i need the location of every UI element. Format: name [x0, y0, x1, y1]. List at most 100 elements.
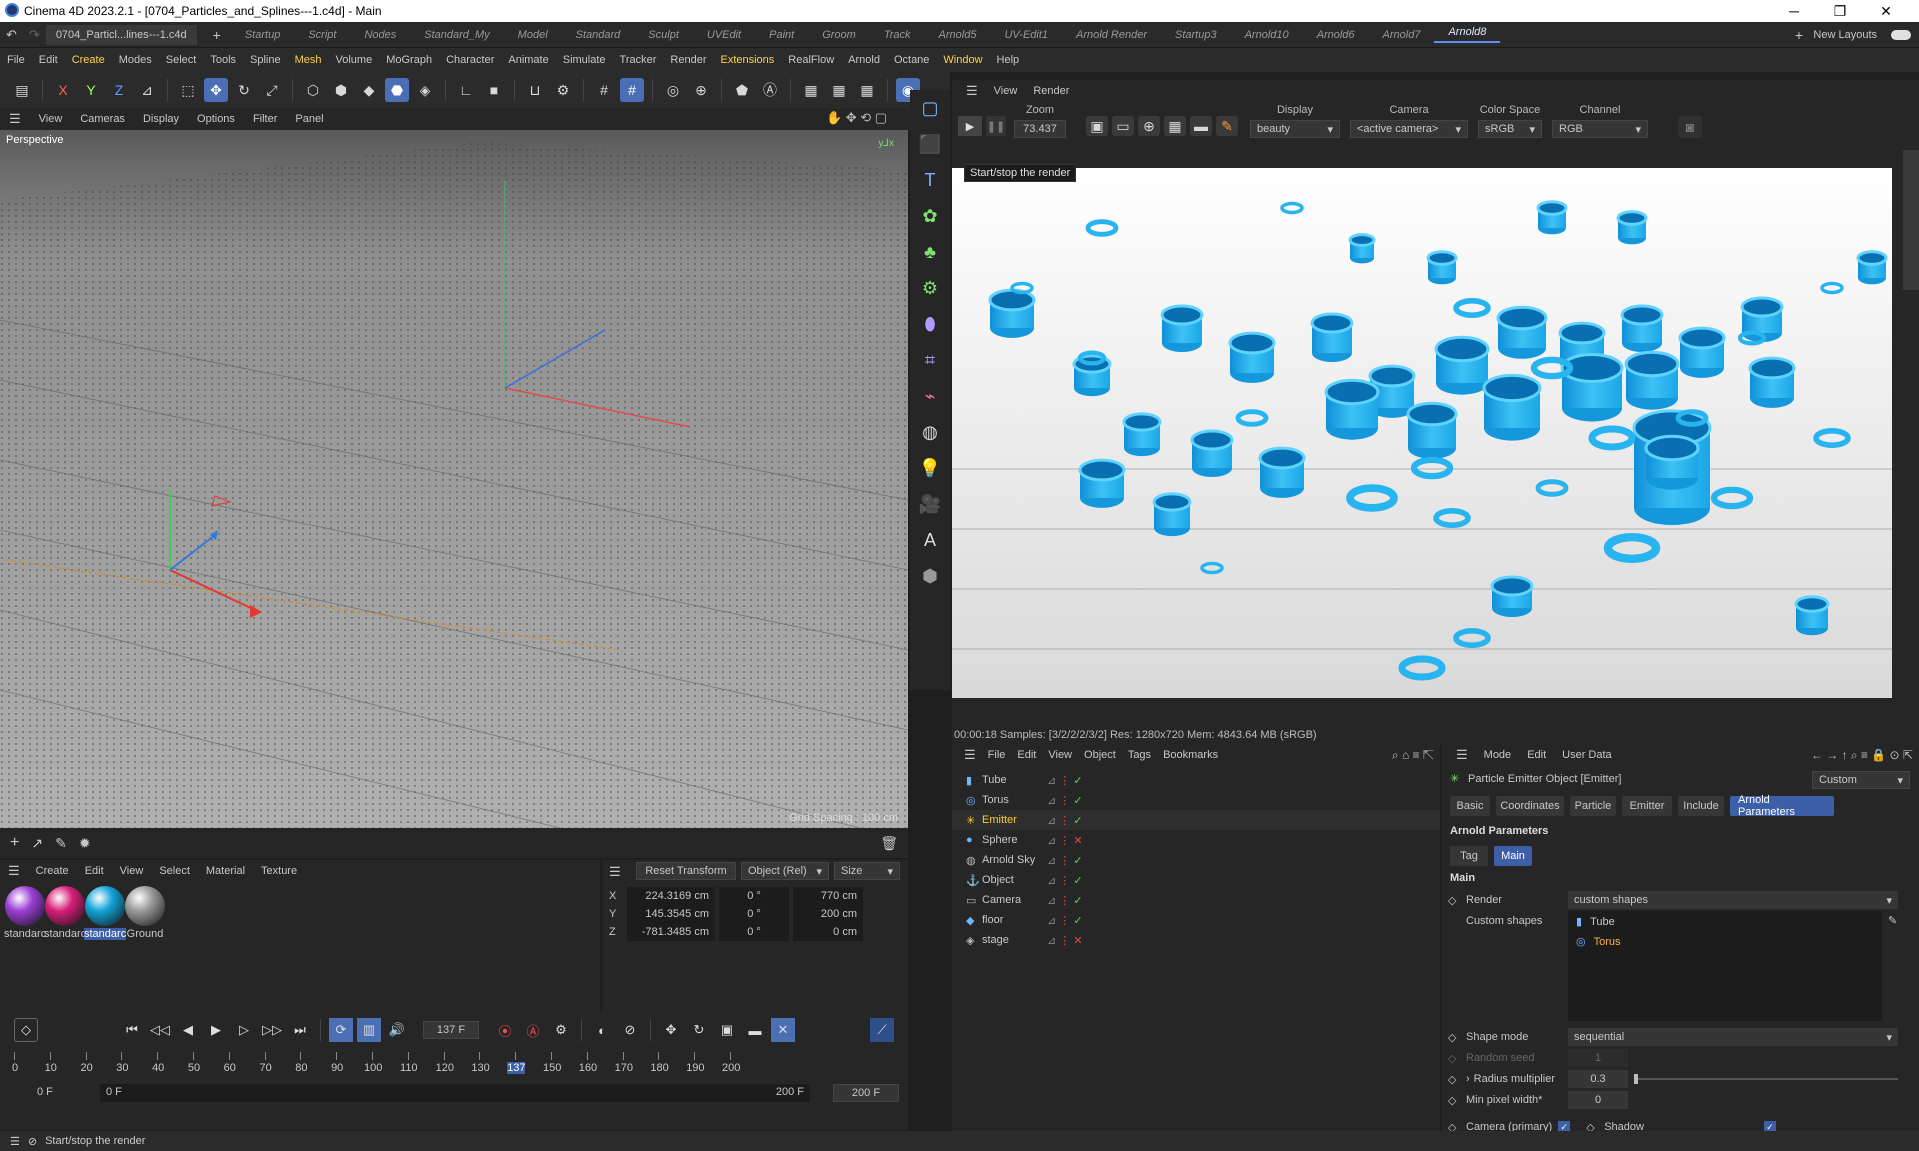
- selection-icon[interactable]: ▢: [915, 93, 945, 123]
- perspective-viewport[interactable]: Perspective y⅃x Grid Spacing : 100 cm: [0, 130, 908, 828]
- channel-dropdown[interactable]: RGB ▾: [1552, 120, 1648, 138]
- object-row[interactable]: ▭ Camera ⊿ ⋮ ✓: [952, 890, 1440, 910]
- camera-display-icon[interactable]: ▣: [1086, 116, 1108, 136]
- viewport-menu-item[interactable]: View: [30, 113, 72, 125]
- play-render-button[interactable]: ▶: [958, 116, 982, 136]
- autokey-icon[interactable]: Ⓐ: [521, 1018, 545, 1042]
- current-frame-field[interactable]: 137 F: [423, 1021, 479, 1039]
- model-mode-icon[interactable]: ⬣: [385, 78, 409, 102]
- wireframe-icon[interactable]: ⊕: [1138, 116, 1160, 136]
- reset-transform-button[interactable]: Reset Transform: [636, 862, 736, 880]
- key-rotation-icon[interactable]: ↻: [687, 1018, 711, 1042]
- position-field[interactable]: -781.3485 cm: [627, 923, 715, 941]
- edges-mode-icon[interactable]: ⬢: [329, 78, 353, 102]
- size-field[interactable]: 770 cm: [793, 887, 863, 905]
- keyframe-icon[interactable]: ◇: [14, 1018, 38, 1042]
- polygons-mode-icon[interactable]: ◆: [357, 78, 381, 102]
- file-tab[interactable]: 0704_Particl...lines---1.c4d: [45, 24, 197, 45]
- fps-icon[interactable]: ▥: [357, 1018, 381, 1042]
- preset-dropdown[interactable]: Custom ▾: [1812, 771, 1910, 789]
- key-param-icon[interactable]: ▬: [743, 1018, 767, 1042]
- layout-tab[interactable]: Script: [294, 29, 350, 41]
- custom-shapes-list[interactable]: ▮ Tube ◎ Torus: [1568, 911, 1882, 1021]
- radius-slider[interactable]: [1634, 1074, 1898, 1084]
- uv-mode-icon[interactable]: ◈: [413, 78, 437, 102]
- z-axis-lock-icon[interactable]: Z: [107, 78, 131, 102]
- render-view-icon[interactable]: ▦: [799, 78, 823, 102]
- play-icon[interactable]: ▶: [204, 1018, 228, 1042]
- object-menu-item[interactable]: File: [982, 749, 1012, 761]
- object-menu-item[interactable]: Tags: [1122, 749, 1157, 761]
- menu-item[interactable]: Create: [65, 54, 112, 66]
- keyframe-diamond-icon[interactable]: ◇: [1448, 894, 1466, 907]
- material-menu-icon[interactable]: ☰: [0, 863, 28, 879]
- environment-icon[interactable]: ◍: [915, 417, 945, 447]
- viewport-menu-item[interactable]: Cameras: [71, 113, 134, 125]
- attribute-tab[interactable]: Coordinates: [1496, 796, 1564, 816]
- attribute-tab[interactable]: Arnold Parameters: [1730, 794, 1834, 818]
- menu-item[interactable]: Window: [936, 54, 989, 66]
- layout-tab[interactable]: Standard: [562, 29, 635, 41]
- layout-tab[interactable]: Startup3: [1161, 29, 1231, 41]
- render-picture-viewer-icon[interactable]: ▦: [827, 78, 851, 102]
- next-key-icon[interactable]: ▷▷: [260, 1018, 284, 1042]
- object-row[interactable]: ✳ Emitter ⊿ ⋮ ✓: [952, 810, 1440, 830]
- points-mode-icon[interactable]: ⬡: [301, 78, 325, 102]
- menu-item[interactable]: Select: [159, 54, 204, 66]
- key-settings-icon[interactable]: ⚙: [549, 1018, 573, 1042]
- material-menu-item[interactable]: Select: [151, 865, 198, 877]
- live-selection-icon[interactable]: ⬚: [176, 78, 200, 102]
- gear-icon[interactable]: ✹: [79, 835, 91, 852]
- coords-menu-icon[interactable]: ☰: [609, 864, 621, 880]
- layout-tab[interactable]: UVEdit: [693, 29, 755, 41]
- render-image[interactable]: [952, 168, 1892, 698]
- coord-mode-dropdown[interactable]: Object (Rel) ▾: [741, 862, 829, 880]
- material-menu-item[interactable]: Material: [198, 865, 253, 877]
- soft-selection-icon[interactable]: ◎: [661, 78, 685, 102]
- dynamics-icon[interactable]: ⬟: [730, 78, 754, 102]
- timeline-ruler[interactable]: 0 10 20 30 40 50 60 70 80 90 100 110 120 130 137 150 160…: [0, 1052, 908, 1080]
- menu-item[interactable]: Spline: [243, 54, 288, 66]
- snap-settings-icon[interactable]: ⚙: [551, 78, 575, 102]
- layout-tab[interactable]: Arnold7: [1369, 29, 1435, 41]
- material-swatch[interactable]: standarc: [4, 886, 46, 940]
- menu-item[interactable]: Volume: [329, 54, 380, 66]
- x-axis-lock-icon[interactable]: X: [51, 78, 75, 102]
- object-row[interactable]: ▮ Tube ⊿ ⋮ ✓: [952, 770, 1440, 790]
- layout-tab[interactable]: UV-Edit1: [990, 29, 1062, 41]
- object-name[interactable]: Torus: [982, 794, 1009, 806]
- arrow-icon[interactable]: ↗: [31, 835, 43, 852]
- rotation-field[interactable]: 0 °: [719, 923, 789, 941]
- viewport-menu-item[interactable]: Filter: [244, 113, 286, 125]
- arnold-icon[interactable]: A: [915, 525, 945, 555]
- add-layout-icon[interactable]: +: [1795, 27, 1803, 43]
- symmetry-icon[interactable]: ⊕: [689, 78, 713, 102]
- text-icon[interactable]: T: [915, 165, 945, 195]
- motion-clip-icon[interactable]: ◐: [590, 1018, 614, 1042]
- keyframe-diamond-icon[interactable]: ◇: [1448, 1094, 1466, 1107]
- shape-item-torus[interactable]: ◎ Torus: [1576, 935, 1621, 949]
- undo-icon[interactable]: ↶: [0, 27, 23, 43]
- end-frame-field[interactable]: 200 F: [833, 1084, 899, 1102]
- attribute-tab[interactable]: Include: [1678, 796, 1724, 816]
- attribute-menu-item[interactable]: User Data: [1554, 749, 1620, 761]
- viewport-icon[interactable]: ▤: [10, 78, 34, 102]
- layout-tab[interactable]: Arnold Render: [1062, 29, 1161, 41]
- camera-dropdown[interactable]: <active camera> ▾: [1350, 120, 1468, 138]
- menu-item[interactable]: Render: [663, 54, 713, 66]
- material-menu-item[interactable]: Texture: [253, 865, 305, 877]
- layout-tab[interactable]: Sculpt: [634, 29, 693, 41]
- attribute-subtab[interactable]: Tag: [1450, 846, 1488, 866]
- attribute-menu-item[interactable]: Edit: [1519, 749, 1554, 761]
- motion-path-icon[interactable]: ⊘: [618, 1018, 642, 1042]
- layout-tab[interactable]: Arnold6: [1303, 29, 1369, 41]
- move-tool-icon[interactable]: ✥: [204, 78, 228, 102]
- key-position-icon[interactable]: ✥: [659, 1018, 683, 1042]
- region-icon[interactable]: ▭: [1112, 116, 1134, 136]
- menu-item[interactable]: Edit: [32, 54, 65, 66]
- redo-icon[interactable]: ↷: [23, 27, 46, 43]
- coordinate-system-icon[interactable]: ⊿: [135, 78, 159, 102]
- new-layouts-label[interactable]: New Layouts: [1813, 29, 1877, 41]
- menu-item[interactable]: Character: [439, 54, 501, 66]
- position-field[interactable]: 224.3169 cm: [627, 887, 715, 905]
